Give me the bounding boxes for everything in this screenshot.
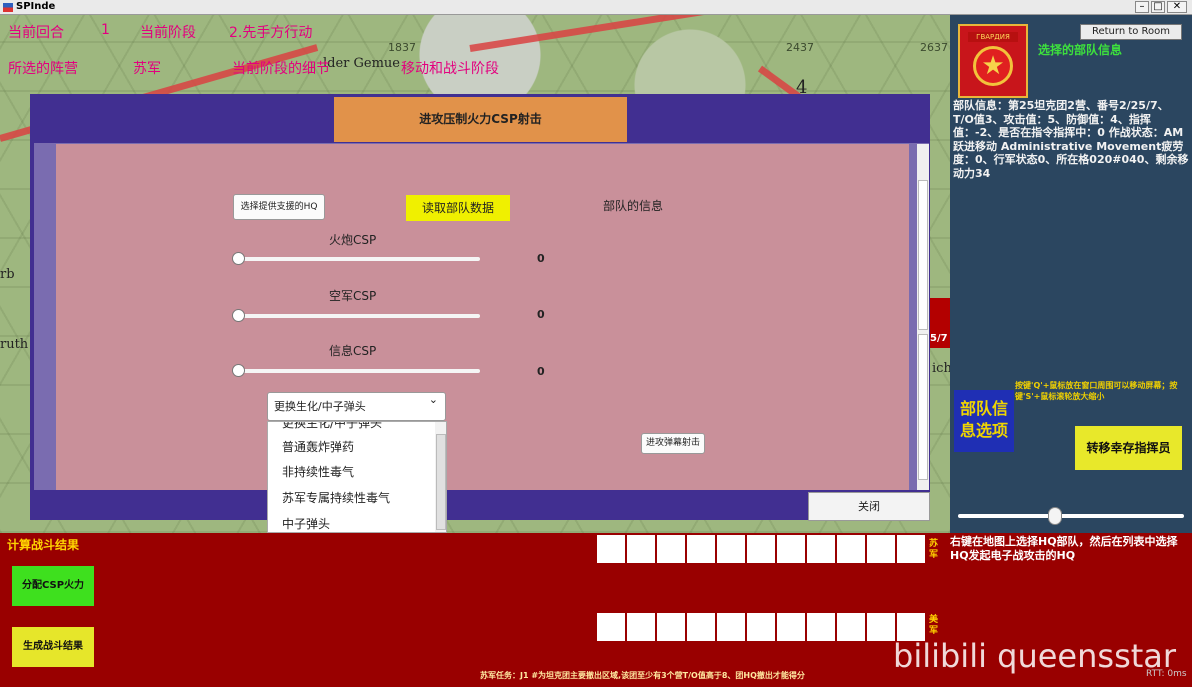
unit-badge-image: ГВАРДИЯ ★ xyxy=(958,24,1028,98)
window-title: SPInde xyxy=(16,1,56,12)
phase-label: 当前阶段 xyxy=(140,25,196,41)
slot[interactable] xyxy=(807,535,835,563)
scrollbar-track-lower[interactable] xyxy=(918,334,928,480)
artillery-csp-value: 0 xyxy=(537,252,545,265)
select-support-hq-button[interactable]: 选择提供支援的HQ xyxy=(233,194,325,220)
slot[interactable] xyxy=(837,535,865,563)
dropdown-option[interactable]: 普通轰炸弹药 xyxy=(282,438,354,455)
dropdown-scrollbar-thumb[interactable] xyxy=(436,434,446,530)
chevron-down-icon: ⌄ xyxy=(428,393,438,406)
info-csp-label: 信息CSP xyxy=(329,344,377,358)
slot[interactable] xyxy=(807,613,835,641)
slot[interactable] xyxy=(627,535,655,563)
soviet-slot-row xyxy=(597,535,925,563)
slider-knob[interactable] xyxy=(232,309,245,322)
unit-info-text: 部队信息：第25坦克团2营、番号2/25/7、T/O值3、攻击值：5、防御值：4… xyxy=(953,99,1189,180)
map-place-label: ruth xyxy=(0,337,29,352)
air-csp-slider[interactable] xyxy=(232,309,480,322)
warhead-dropdown-list[interactable]: 更换生化/中子弹头 普通轰炸弹药 非持续性毒气 苏军专属持续性毒气 中子弹头 xyxy=(267,421,447,533)
app-icon xyxy=(3,3,13,12)
faction-label: 所选的阵营 xyxy=(8,61,78,77)
turn-label: 当前回合 xyxy=(8,25,64,41)
key-hint: 按键'Q'+鼠标放在窗口周围可以移动屏幕；按键'S'+鼠标滚轮放大缩小 xyxy=(1015,381,1178,401)
air-csp-value: 0 xyxy=(537,308,545,321)
turn-value: 1 xyxy=(101,22,110,38)
map-place-label: rb xyxy=(0,267,15,282)
unit-info-label: 部队的信息 xyxy=(603,199,664,213)
us-label: 美军 xyxy=(929,615,939,636)
dropdown-option[interactable]: 非持续性毒气 xyxy=(282,463,354,480)
info-csp-slider[interactable] xyxy=(232,364,480,377)
hex-number: 2437 xyxy=(786,41,814,54)
hex-number: 2637 xyxy=(920,41,948,54)
dialog-title: 进攻压制火力CSP射击 xyxy=(334,97,627,142)
selected-unit-title: 选择的部队信息 xyxy=(1038,43,1123,57)
read-unit-data-button[interactable]: 读取部队数据 xyxy=(406,195,510,221)
slot[interactable] xyxy=(687,613,715,641)
dialog-scrollbar[interactable] xyxy=(917,144,929,490)
slot[interactable] xyxy=(597,535,625,563)
slider-knob[interactable] xyxy=(232,364,245,377)
close-dialog-button[interactable]: 关闭 xyxy=(808,492,930,521)
dropdown-scrollbar[interactable] xyxy=(435,422,446,532)
maximize-button[interactable]: □ xyxy=(1151,1,1165,13)
generate-result-button[interactable]: 生成战斗结果 xyxy=(12,627,94,667)
stage-value: 移动和战斗阶段 xyxy=(401,61,499,77)
artillery-csp-label: 火炮CSP xyxy=(329,233,377,247)
unit-counter-text: 5/7 xyxy=(930,333,948,344)
slot[interactable] xyxy=(627,613,655,641)
window-titlebar: SPInde – □ ✕ xyxy=(0,0,1192,15)
slider-knob[interactable] xyxy=(232,252,245,265)
warhead-selected-value: 更换生化/中子弹头 xyxy=(274,400,366,413)
slot[interactable] xyxy=(867,613,895,641)
dropdown-option[interactable]: 中子弹头 xyxy=(282,515,330,532)
slot[interactable] xyxy=(837,613,865,641)
slot[interactable] xyxy=(897,535,925,563)
slot[interactable] xyxy=(717,535,745,563)
slot[interactable] xyxy=(717,613,745,641)
rtt-readout: RTT: 0ms xyxy=(1146,669,1187,679)
slot[interactable] xyxy=(687,535,715,563)
zoom-slider-thumb[interactable] xyxy=(1048,507,1062,525)
calc-result-title: 计算战斗结果 xyxy=(7,538,80,552)
unit-info-options-button[interactable]: 部队信息选项 xyxy=(954,390,1014,452)
transfer-commander-button[interactable]: 转移幸存指挥员 xyxy=(1075,426,1182,470)
artillery-csp-slider[interactable] xyxy=(232,252,480,265)
slot[interactable] xyxy=(777,613,805,641)
phase-value: 2.先手方行动 xyxy=(229,25,313,41)
slot[interactable] xyxy=(747,535,775,563)
us-slot-row xyxy=(597,613,925,641)
close-window-button[interactable]: ✕ xyxy=(1167,1,1187,13)
watermark: bilibili queensstar xyxy=(893,637,1177,675)
hq-selection-hint: 右键在地图上选择HQ部队，然后在列表中选择HQ发起电子战攻击的HQ xyxy=(950,535,1178,562)
assign-csp-button[interactable]: 分配CSP火力 xyxy=(12,566,94,606)
slot[interactable] xyxy=(657,613,685,641)
minimize-button[interactable]: – xyxy=(1135,1,1149,13)
slot[interactable] xyxy=(867,535,895,563)
slot[interactable] xyxy=(657,535,685,563)
badge-banner: ГВАРДИЯ xyxy=(968,32,1018,42)
scrollbar-thumb[interactable] xyxy=(918,180,928,330)
air-csp-label: 空军CSP xyxy=(329,289,377,303)
info-csp-value: 0 xyxy=(537,365,545,378)
dropdown-option[interactable]: 苏军专属持续性毒气 xyxy=(282,489,390,506)
return-to-room-button[interactable]: Return to Room xyxy=(1080,24,1182,40)
dropdown-option[interactable]: 更换生化/中子弹头 xyxy=(282,422,382,431)
star-icon: ★ xyxy=(973,46,1013,86)
mission-text: 苏军任务：J1 #为坦克团主要撤出区域,该团至少有3个营T/O值高于8、团HQ撤… xyxy=(480,671,805,680)
map-place-label: ich xyxy=(932,361,950,376)
hex-number: 1837 xyxy=(388,41,416,54)
warhead-select[interactable]: 更换生化/中子弹头 ⌄ xyxy=(267,392,446,421)
map-place-label: lder Gemue xyxy=(323,56,400,71)
barrage-fire-button[interactable]: 进攻弹幕射击 xyxy=(641,433,705,454)
slot[interactable] xyxy=(777,535,805,563)
road xyxy=(469,15,728,52)
stage-label: 当前阶段的细节 xyxy=(232,61,330,77)
zoom-slider[interactable] xyxy=(958,507,1184,525)
faction-value: 苏军 xyxy=(133,61,161,77)
slot[interactable] xyxy=(597,613,625,641)
unit-counter[interactable]: 5/7 xyxy=(930,298,950,348)
slot[interactable] xyxy=(747,613,775,641)
soviet-label: 苏军 xyxy=(929,539,939,560)
